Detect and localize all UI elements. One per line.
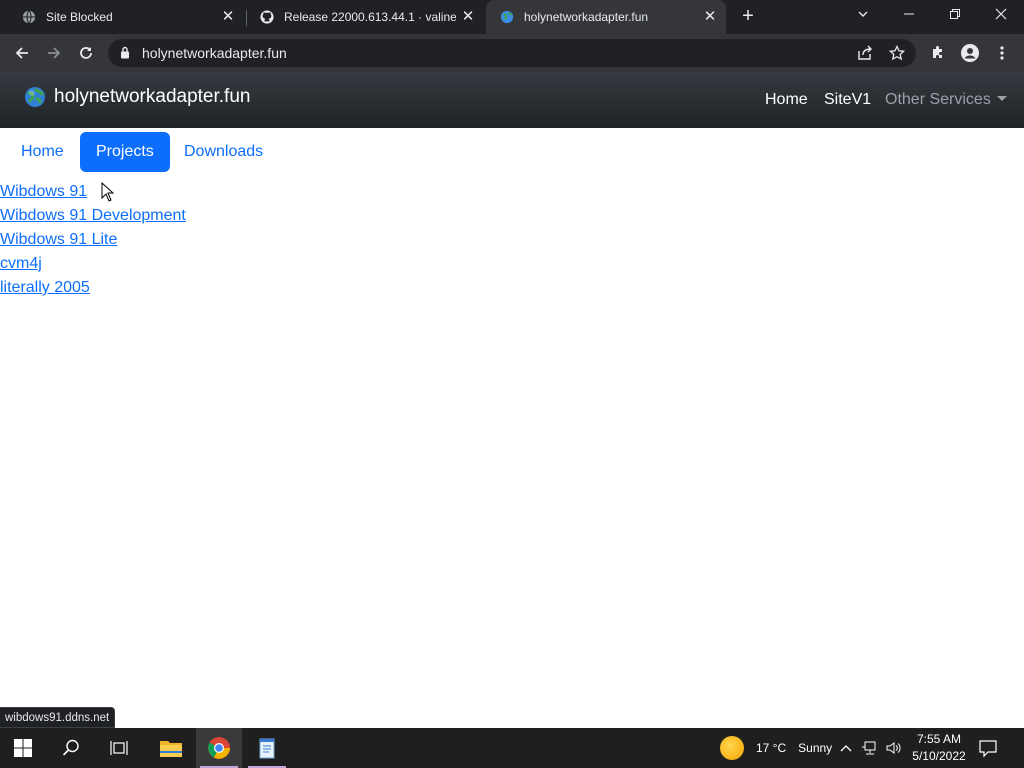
pill-home[interactable]: Home — [5, 132, 80, 172]
project-link-cvm4j[interactable]: cvm4j — [0, 252, 186, 276]
reload-icon[interactable] — [73, 40, 99, 66]
clock-time: 7:55 AM — [916, 732, 962, 746]
chrome-icon[interactable] — [196, 728, 242, 768]
url-text: holynetworkadapter.fun — [142, 45, 287, 61]
address-bar[interactable]: holynetworkadapter.fun — [108, 39, 916, 67]
sun-icon — [720, 736, 744, 760]
project-link-wibdows-91[interactable]: Wibdows 91 — [0, 180, 186, 204]
network-icon[interactable] — [862, 740, 878, 756]
extensions-icon[interactable] — [925, 40, 951, 66]
tab-search-icon[interactable] — [840, 0, 886, 30]
tab-holynetworkadapter[interactable]: holynetworkadapter.fun ✕ — [486, 0, 726, 34]
globe-icon — [500, 10, 514, 24]
browser-tab-strip: Site Blocked ✕ Release 22000.613.44.1 · … — [0, 0, 1024, 34]
restore-icon[interactable] — [932, 0, 978, 30]
file-explorer-icon[interactable] — [148, 728, 194, 768]
project-link-wibdows-91-development[interactable]: Wibdows 91 Development — [0, 204, 186, 228]
close-tab-icon[interactable]: ✕ — [702, 9, 718, 25]
start-icon[interactable] — [0, 728, 46, 768]
mouse-cursor-icon — [101, 182, 115, 202]
link-status-bubble: wibdows91.ddns.net — [0, 707, 116, 728]
site-brand[interactable]: holynetworkadapter.fun — [24, 86, 250, 108]
minimize-icon[interactable] — [886, 0, 932, 30]
profile-icon[interactable] — [957, 40, 983, 66]
search-icon[interactable] — [48, 728, 94, 768]
weather-condition: Sunny — [798, 741, 833, 755]
forward-icon[interactable] — [41, 40, 67, 66]
new-tab-button[interactable]: + — [736, 5, 760, 29]
back-icon[interactable] — [9, 40, 35, 66]
clock-date: 5/10/2022 — [912, 749, 966, 763]
chevron-up-icon[interactable] — [838, 740, 854, 756]
tab-release[interactable]: Release 22000.613.44.1 · valinet/ ✕ — [246, 0, 484, 34]
close-window-icon[interactable] — [978, 0, 1024, 30]
tab-title: Release 22000.613.44.1 · valinet/ — [284, 10, 456, 24]
notepad-icon[interactable] — [244, 728, 290, 768]
globe-logo-icon — [25, 87, 45, 107]
weather-widget[interactable]: 17 °C Sunny — [720, 728, 832, 768]
close-tab-icon[interactable]: ✕ — [220, 9, 236, 25]
tab-title: Site Blocked — [46, 10, 113, 24]
weather-temp: 17 °C — [756, 741, 787, 755]
github-icon — [260, 10, 274, 24]
share-icon[interactable] — [856, 44, 874, 62]
project-link-literally-2005[interactable]: literally 2005 — [0, 276, 186, 300]
caret-down-icon — [996, 96, 1007, 101]
site-brand-name: holynetworkadapter.fun — [54, 86, 251, 107]
bookmark-star-icon[interactable] — [888, 44, 906, 62]
projects-list: Wibdows 91 Wibdows 91 Development Wibdow… — [0, 180, 186, 300]
nav-other-services-label: Other Services — [885, 91, 991, 108]
tab-title: holynetworkadapter.fun — [524, 10, 649, 24]
windows-taskbar: 17 °C Sunny 7:55 AM 5/10/2022 — [0, 728, 1024, 768]
close-tab-icon[interactable]: ✕ — [460, 9, 476, 25]
pill-downloads[interactable]: Downloads — [168, 132, 279, 172]
browser-toolbar: holynetworkadapter.fun — [0, 34, 1024, 72]
project-link-wibdows-91-lite[interactable]: Wibdows 91 Lite — [0, 228, 186, 252]
tab-site-blocked[interactable]: Site Blocked ✕ — [0, 0, 244, 34]
globe-icon — [22, 10, 36, 24]
nav-other-services[interactable]: Other Services — [885, 91, 1007, 109]
notification-center-icon[interactable] — [978, 738, 998, 758]
lock-icon — [121, 46, 129, 59]
site-navbar: holynetworkadapter.fun Home SiteV1 Other… — [0, 72, 1024, 128]
pill-projects[interactable]: Projects — [80, 132, 170, 172]
nav-home[interactable]: Home — [765, 91, 808, 109]
menu-icon[interactable] — [989, 40, 1015, 66]
nav-sitev1[interactable]: SiteV1 — [824, 91, 871, 109]
taskbar-clock[interactable]: 7:55 AM 5/10/2022 — [906, 731, 972, 765]
task-view-icon[interactable] — [96, 728, 142, 768]
volume-icon[interactable] — [886, 740, 902, 756]
